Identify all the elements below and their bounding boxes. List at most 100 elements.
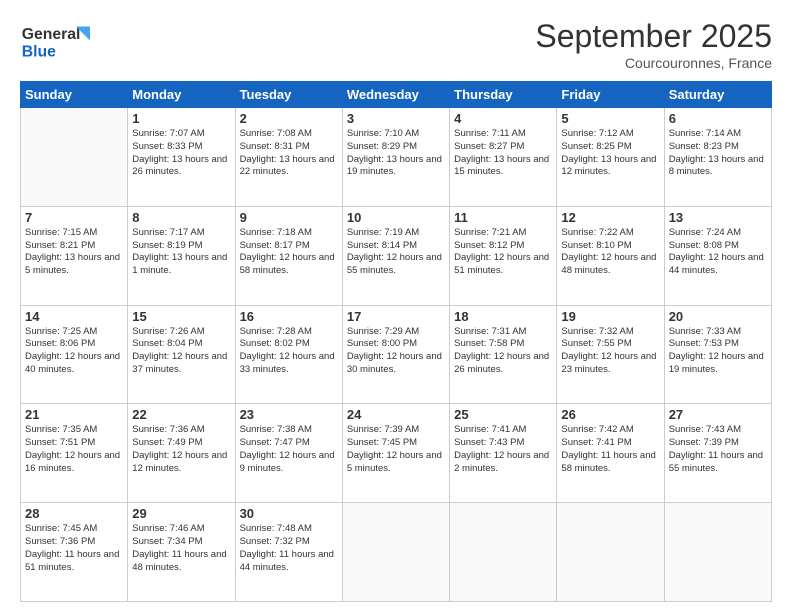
day-number: 5 bbox=[561, 111, 659, 126]
day-number: 2 bbox=[240, 111, 338, 126]
calendar-cell: 5 Sunrise: 7:12 AM Sunset: 8:25 PM Daylig… bbox=[557, 108, 664, 207]
calendar-cell: 22 Sunrise: 7:36 AM Sunset: 7:49 PM Dayli… bbox=[128, 404, 235, 503]
day-number: 29 bbox=[132, 506, 230, 521]
day-number: 6 bbox=[669, 111, 767, 126]
calendar-cell: 25 Sunrise: 7:41 AM Sunset: 7:43 PM Dayli… bbox=[450, 404, 557, 503]
day-number: 17 bbox=[347, 309, 445, 324]
logo: General Blue bbox=[20, 18, 90, 63]
location: Courcouronnes, France bbox=[535, 55, 772, 71]
day-number: 10 bbox=[347, 210, 445, 225]
calendar-cell: 4 Sunrise: 7:11 AM Sunset: 8:27 PM Daylig… bbox=[450, 108, 557, 207]
calendar: SundayMondayTuesdayWednesdayThursdayFrid… bbox=[20, 81, 772, 602]
day-number: 9 bbox=[240, 210, 338, 225]
day-info: Sunrise: 7:45 AM Sunset: 7:36 PM Dayligh… bbox=[25, 523, 123, 574]
weekday-header-wednesday: Wednesday bbox=[342, 82, 449, 108]
weekday-header-saturday: Saturday bbox=[664, 82, 771, 108]
day-info: Sunrise: 7:22 AM Sunset: 8:10 PM Dayligh… bbox=[561, 227, 659, 278]
calendar-cell: 23 Sunrise: 7:38 AM Sunset: 7:47 PM Dayli… bbox=[235, 404, 342, 503]
day-number: 20 bbox=[669, 309, 767, 324]
day-info: Sunrise: 7:12 AM Sunset: 8:25 PM Dayligh… bbox=[561, 128, 659, 179]
day-number: 24 bbox=[347, 407, 445, 422]
calendar-cell: 8 Sunrise: 7:17 AM Sunset: 8:19 PM Daylig… bbox=[128, 206, 235, 305]
calendar-cell: 13Sunrise: 7:24 AM Sunset: 8:08 PM Dayli… bbox=[664, 206, 771, 305]
day-number: 28 bbox=[25, 506, 123, 521]
day-info: Sunrise: 7:46 AM Sunset: 7:34 PM Dayligh… bbox=[132, 523, 230, 574]
day-number: 21 bbox=[25, 407, 123, 422]
calendar-cell: 18 Sunrise: 7:31 AM Sunset: 7:58 PM Dayli… bbox=[450, 305, 557, 404]
header: General Blue September 2025 Courcouronne… bbox=[20, 18, 772, 71]
day-number: 3 bbox=[347, 111, 445, 126]
day-number: 18 bbox=[454, 309, 552, 324]
calendar-cell: 1Sunrise: 7:07 AM Sunset: 8:33 PM Daylig… bbox=[128, 108, 235, 207]
weekday-header-thursday: Thursday bbox=[450, 82, 557, 108]
day-info: Sunrise: 7:41 AM Sunset: 7:43 PM Dayligh… bbox=[454, 424, 552, 475]
day-number: 4 bbox=[454, 111, 552, 126]
weekday-header-sunday: Sunday bbox=[21, 82, 128, 108]
day-info: Sunrise: 7:18 AM Sunset: 8:17 PM Dayligh… bbox=[240, 227, 338, 278]
day-info: Sunrise: 7:38 AM Sunset: 7:47 PM Dayligh… bbox=[240, 424, 338, 475]
calendar-cell: 28 Sunrise: 7:45 AM Sunset: 7:36 PM Dayli… bbox=[21, 503, 128, 602]
day-info: Sunrise: 7:17 AM Sunset: 8:19 PM Dayligh… bbox=[132, 227, 230, 278]
day-number: 15 bbox=[132, 309, 230, 324]
calendar-cell: 29 Sunrise: 7:46 AM Sunset: 7:34 PM Dayli… bbox=[128, 503, 235, 602]
calendar-cell bbox=[21, 108, 128, 207]
calendar-cell: 15 Sunrise: 7:26 AM Sunset: 8:04 PM Dayli… bbox=[128, 305, 235, 404]
svg-text:General: General bbox=[22, 26, 81, 43]
calendar-cell: 19 Sunrise: 7:32 AM Sunset: 7:55 PM Dayli… bbox=[557, 305, 664, 404]
calendar-cell: 27Sunrise: 7:43 AM Sunset: 7:39 PM Dayli… bbox=[664, 404, 771, 503]
day-number: 11 bbox=[454, 210, 552, 225]
day-info: Sunrise: 7:39 AM Sunset: 7:45 PM Dayligh… bbox=[347, 424, 445, 475]
calendar-cell: 11 Sunrise: 7:21 AM Sunset: 8:12 PM Dayli… bbox=[450, 206, 557, 305]
day-info: Sunrise: 7:28 AM Sunset: 8:02 PM Dayligh… bbox=[240, 326, 338, 377]
day-info: Sunrise: 7:08 AM Sunset: 8:31 PM Dayligh… bbox=[240, 128, 338, 179]
calendar-cell: 10 Sunrise: 7:19 AM Sunset: 8:14 PM Dayli… bbox=[342, 206, 449, 305]
day-info: Sunrise: 7:07 AM Sunset: 8:33 PM Dayligh… bbox=[132, 128, 230, 179]
day-info: Sunrise: 7:25 AM Sunset: 8:06 PM Dayligh… bbox=[25, 326, 123, 377]
day-info: Sunrise: 7:31 AM Sunset: 7:58 PM Dayligh… bbox=[454, 326, 552, 377]
day-number: 16 bbox=[240, 309, 338, 324]
calendar-cell: 2 Sunrise: 7:08 AM Sunset: 8:31 PM Daylig… bbox=[235, 108, 342, 207]
calendar-cell bbox=[342, 503, 449, 602]
day-info: Sunrise: 7:36 AM Sunset: 7:49 PM Dayligh… bbox=[132, 424, 230, 475]
day-info: Sunrise: 7:33 AM Sunset: 7:53 PM Dayligh… bbox=[669, 326, 767, 377]
day-number: 19 bbox=[561, 309, 659, 324]
day-info: Sunrise: 7:21 AM Sunset: 8:12 PM Dayligh… bbox=[454, 227, 552, 278]
day-number: 12 bbox=[561, 210, 659, 225]
day-info: Sunrise: 7:10 AM Sunset: 8:29 PM Dayligh… bbox=[347, 128, 445, 179]
calendar-cell: 3 Sunrise: 7:10 AM Sunset: 8:29 PM Daylig… bbox=[342, 108, 449, 207]
calendar-cell: 24 Sunrise: 7:39 AM Sunset: 7:45 PM Dayli… bbox=[342, 404, 449, 503]
day-info: Sunrise: 7:26 AM Sunset: 8:04 PM Dayligh… bbox=[132, 326, 230, 377]
calendar-cell bbox=[557, 503, 664, 602]
calendar-cell bbox=[664, 503, 771, 602]
day-number: 7 bbox=[25, 210, 123, 225]
day-info: Sunrise: 7:19 AM Sunset: 8:14 PM Dayligh… bbox=[347, 227, 445, 278]
calendar-cell: 26 Sunrise: 7:42 AM Sunset: 7:41 PM Dayli… bbox=[557, 404, 664, 503]
day-number: 30 bbox=[240, 506, 338, 521]
day-info: Sunrise: 7:42 AM Sunset: 7:41 PM Dayligh… bbox=[561, 424, 659, 475]
calendar-cell: 21Sunrise: 7:35 AM Sunset: 7:51 PM Dayli… bbox=[21, 404, 128, 503]
calendar-cell: 6 Sunrise: 7:14 AM Sunset: 8:23 PM Daylig… bbox=[664, 108, 771, 207]
weekday-header-monday: Monday bbox=[128, 82, 235, 108]
day-info: Sunrise: 7:15 AM Sunset: 8:21 PM Dayligh… bbox=[25, 227, 123, 278]
day-number: 8 bbox=[132, 210, 230, 225]
calendar-cell: 12 Sunrise: 7:22 AM Sunset: 8:10 PM Dayli… bbox=[557, 206, 664, 305]
calendar-cell: 16 Sunrise: 7:28 AM Sunset: 8:02 PM Dayli… bbox=[235, 305, 342, 404]
svg-text:Blue: Blue bbox=[22, 43, 56, 60]
title-block: September 2025 Courcouronnes, France bbox=[535, 18, 772, 71]
calendar-cell: 9 Sunrise: 7:18 AM Sunset: 8:17 PM Daylig… bbox=[235, 206, 342, 305]
day-number: 13 bbox=[669, 210, 767, 225]
weekday-header-tuesday: Tuesday bbox=[235, 82, 342, 108]
day-info: Sunrise: 7:11 AM Sunset: 8:27 PM Dayligh… bbox=[454, 128, 552, 179]
calendar-cell: 17Sunrise: 7:29 AM Sunset: 8:00 PM Dayli… bbox=[342, 305, 449, 404]
calendar-cell: 14Sunrise: 7:25 AM Sunset: 8:06 PM Dayli… bbox=[21, 305, 128, 404]
calendar-cell: 7 Sunrise: 7:15 AM Sunset: 8:21 PM Daylig… bbox=[21, 206, 128, 305]
calendar-cell bbox=[450, 503, 557, 602]
day-number: 23 bbox=[240, 407, 338, 422]
day-number: 26 bbox=[561, 407, 659, 422]
day-number: 25 bbox=[454, 407, 552, 422]
weekday-header-friday: Friday bbox=[557, 82, 664, 108]
day-number: 27 bbox=[669, 407, 767, 422]
day-number: 22 bbox=[132, 407, 230, 422]
day-info: Sunrise: 7:32 AM Sunset: 7:55 PM Dayligh… bbox=[561, 326, 659, 377]
day-info: Sunrise: 7:14 AM Sunset: 8:23 PM Dayligh… bbox=[669, 128, 767, 179]
